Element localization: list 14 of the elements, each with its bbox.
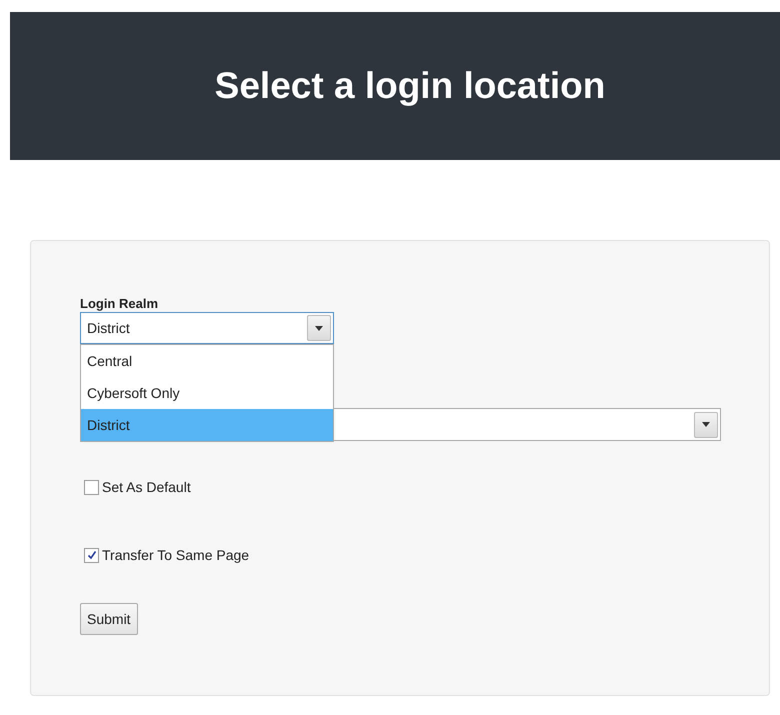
checkbox-label: Set As Default [102, 479, 191, 495]
checkbox-label: Transfer To Same Page [102, 547, 250, 563]
checkbox[interactable] [84, 480, 99, 494]
dropdown-field[interactable]: District [80, 312, 334, 344]
checkbox[interactable] [84, 548, 99, 562]
dropdown-option[interactable]: Cybersoft Only [81, 377, 333, 409]
checkmark-icon [86, 550, 96, 560]
field-label: Login Realm [80, 296, 160, 311]
caret-icon [307, 315, 331, 341]
page-title: Select a login location [214, 65, 606, 107]
submit-button[interactable]: Submit [80, 603, 138, 635]
dropdown-option[interactable]: District [81, 409, 333, 441]
caret-icon [694, 412, 718, 438]
dropdown-option[interactable]: Central [81, 345, 333, 377]
